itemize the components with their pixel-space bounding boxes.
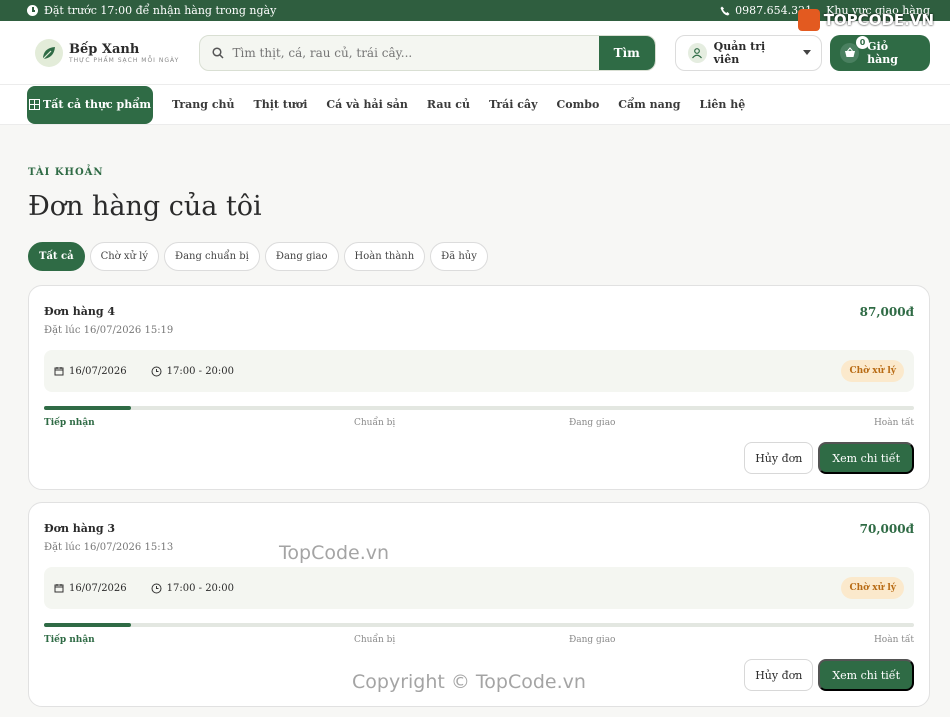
watermark-copyright: Copyright © TopCode.vn: [352, 671, 586, 693]
calendar-icon: [54, 584, 64, 593]
view-details-button[interactable]: Xem chi tiết: [818, 659, 914, 691]
account-menu[interactable]: Quản trị viên: [674, 34, 823, 71]
tab-shipping[interactable]: Đang giao: [264, 242, 339, 271]
tab-cancelled[interactable]: Đã hủy: [430, 242, 488, 271]
progress-fill: [44, 623, 131, 627]
cancel-order-button[interactable]: Hủy đơn: [744, 659, 814, 691]
tab-all[interactable]: Tất cả: [28, 242, 85, 271]
order-card: Đơn hàng 4 Đặt lúc 16/07/2026 15:19 87,0…: [28, 285, 930, 490]
delivery-slot: 16/07/2026 17:00 - 20:00 Chờ xử lý: [44, 567, 914, 609]
order-progress-bar: [44, 623, 914, 627]
topcode-logo: TOPCODE.VN: [797, 9, 934, 31]
main-nav: Tất cả thực phẩm Trang chủ Thịt tươi Cá …: [0, 85, 950, 125]
clock-icon: [27, 5, 38, 16]
breadcrumb: TÀI KHOẢN: [28, 167, 104, 178]
search-button[interactable]: Tìm: [598, 35, 655, 70]
delivery-slot: 16/07/2026 17:00 - 20:00 Chờ xử lý: [44, 350, 914, 392]
nav-seafood[interactable]: Cá và hải sản: [326, 98, 408, 111]
progress-fill: [44, 406, 131, 410]
leaf-icon: [35, 38, 63, 67]
site-logo[interactable]: Bếp Xanh THỰC PHẨM SẠCH MỖI NGÀY: [35, 38, 199, 67]
nav-contact[interactable]: Liên hệ: [699, 98, 745, 111]
delivery-cutoff-text: Đặt trước 17:00 để nhận hàng trong ngày: [44, 4, 277, 17]
step-preparing: Chuẩn bị: [354, 635, 396, 645]
status-badge: Chờ xử lý: [841, 577, 904, 599]
step-received: Tiếp nhận: [44, 418, 95, 428]
order-title: Đơn hàng 3: [44, 522, 116, 535]
all-categories-label: Tất cả thực phẩm: [43, 98, 151, 111]
cancel-order-button[interactable]: Hủy đơn: [744, 442, 814, 474]
phone-icon: [720, 6, 730, 15]
cart-count-badge: 0: [856, 35, 870, 49]
cart-button[interactable]: 0 Giỏ hàng: [830, 34, 930, 71]
grid-icon: [29, 99, 41, 110]
watermark-center: TopCode.vn: [279, 542, 390, 564]
top-bar-left: Đặt trước 17:00 để nhận hàng trong ngày: [27, 4, 276, 17]
step-completed: Hoàn tất: [873, 635, 914, 645]
step-shipping: Đang giao: [569, 418, 616, 428]
view-details-button[interactable]: Xem chi tiết: [818, 442, 914, 474]
step-preparing: Chuẩn bị: [354, 418, 396, 428]
clock-icon: [151, 583, 162, 593]
all-categories-button[interactable]: Tất cả thực phẩm: [27, 85, 153, 124]
user-icon: [687, 42, 707, 63]
delivery-time: 17:00 - 20:00: [166, 365, 235, 377]
search-input[interactable]: [232, 45, 599, 60]
order-title: Đơn hàng 4: [44, 305, 116, 318]
order-progress-bar: [44, 406, 914, 410]
nav-home[interactable]: Trang chủ: [172, 98, 235, 111]
logo-tagline: THỰC PHẨM SẠCH MỖI NGÀY: [69, 56, 180, 64]
nav-fresh-meat[interactable]: Thịt tươi: [254, 98, 308, 111]
status-badge: Chờ xử lý: [841, 360, 904, 382]
order-total: 70,000đ: [859, 522, 914, 536]
search-bar: Tìm: [199, 34, 656, 71]
cart-label: Giỏ hàng: [867, 39, 898, 66]
delivery-date: 16/07/2026: [69, 582, 127, 594]
step-completed: Hoàn tất: [873, 418, 914, 428]
tab-preparing[interactable]: Đang chuẩn bị: [164, 242, 260, 271]
order-total: 87,000đ: [859, 305, 914, 319]
tab-completed[interactable]: Hoàn thành: [343, 242, 426, 271]
tab-pending[interactable]: Chờ xử lý: [89, 242, 159, 271]
calendar-icon: [54, 367, 64, 376]
step-shipping: Đang giao: [569, 635, 616, 645]
order-placed-time: Đặt lúc 16/07/2026 15:13: [44, 542, 174, 553]
logo-name: Bếp Xanh: [69, 41, 140, 57]
account-label: Quản trị viên: [713, 39, 766, 66]
main-content: TÀI KHOẢN Đơn hàng của tôi Tất cả Chờ xử…: [0, 167, 950, 707]
clock-icon: [151, 366, 162, 376]
basket-icon: 0: [840, 35, 870, 63]
order-filter-tabs: Tất cả Chờ xử lý Đang chuẩn bị Đang giao…: [28, 242, 930, 271]
order-placed-time: Đặt lúc 16/07/2026 15:19: [44, 325, 174, 336]
delivery-time: 17:00 - 20:00: [166, 582, 235, 594]
step-received: Tiếp nhận: [44, 635, 95, 645]
search-icon: [212, 46, 225, 59]
delivery-date: 16/07/2026: [69, 365, 127, 377]
nav-guide[interactable]: Cẩm nang: [618, 98, 680, 111]
page-title: Đơn hàng của tôi: [28, 191, 262, 222]
nav-fruits[interactable]: Trái cây: [489, 98, 538, 111]
nav-combo[interactable]: Combo: [557, 98, 600, 111]
nav-vegetables[interactable]: Rau củ: [427, 98, 470, 111]
chevron-down-icon: [803, 50, 812, 55]
